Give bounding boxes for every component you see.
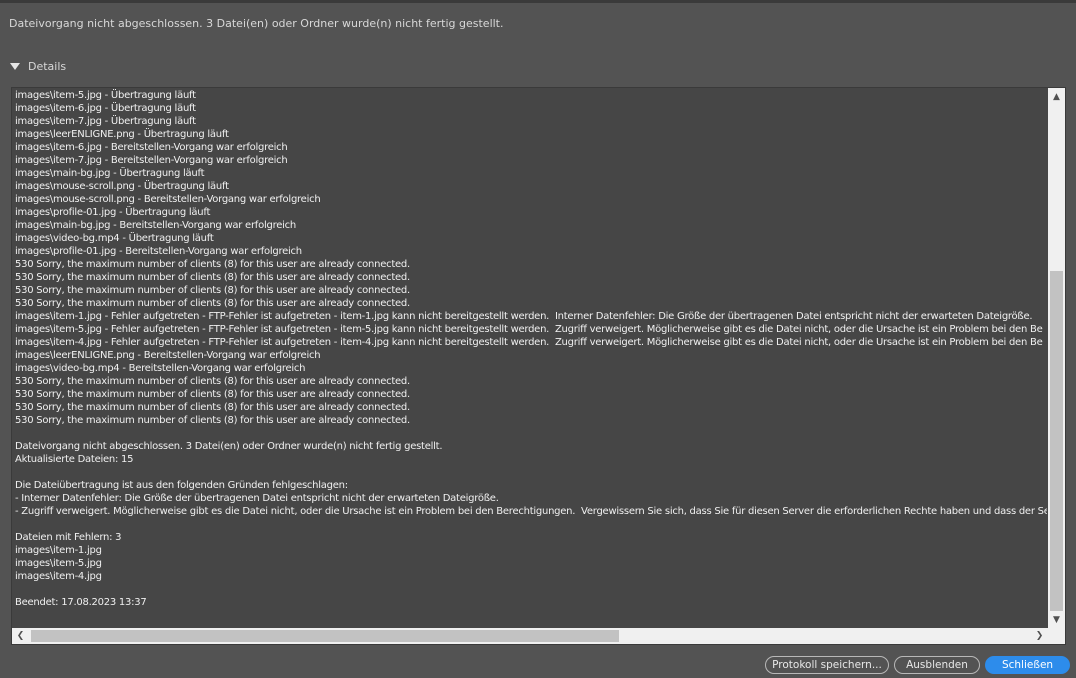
log-line: images\mouse-scroll.png - Übertragung lä… [15,181,229,192]
horizontal-scroll-thumb[interactable] [31,630,619,642]
log-line: Dateivorgang nicht abgeschlossen. 3 Date… [15,441,443,452]
ftp-error-dialog: Dateivorgang nicht abgeschlossen. 3 Date… [0,0,1076,678]
save-log-button[interactable]: Protokoll speichern... [765,656,889,674]
log-line: Dateien mit Fehlern: 3 [15,532,122,543]
disclosure-triangle-icon [10,62,20,70]
log-line: images\item-7.jpg - Übertragung läuft [15,116,196,127]
log-line: 530 Sorry, the maximum number of clients… [15,285,410,296]
log-line: images\leerENLIGNE.png - Übertragung läu… [15,129,229,140]
log-line: images\profile-01.jpg - Übertragung läuf… [15,207,211,218]
log-line: Beendet: 17.08.2023 13:37 [15,597,147,608]
scroll-down-arrow-icon[interactable]: ▼ [1048,611,1065,628]
log-line: images\video-bg.mp4 - Übertragung läuft [15,233,214,244]
log-line: images\item-1.jpg - Fehler aufgetreten -… [15,311,1033,322]
log-line: images\leerENLIGNE.png - Bereitstellen-V… [15,350,321,361]
log-line: images\main-bg.jpg - Bereitstellen-Vorga… [15,220,296,231]
horizontal-scrollbar[interactable]: ❮ ❯ [12,628,1065,644]
log-line: Aktualisierte Dateien: 15 [15,454,134,465]
log-line: images\main-bg.jpg - Übertragung läuft [15,168,205,179]
log-line: images\item-4.jpg - Fehler aufgetreten -… [15,337,1043,348]
log-line: images\mouse-scroll.png - Bereitstellen-… [15,194,321,205]
log-text-area[interactable]: images\item-5.jpg - Übertragung läuft ima… [15,89,1047,629]
details-toggle[interactable]: Details [9,59,66,73]
scroll-left-arrow-icon[interactable]: ❮ [12,628,29,644]
log-line: images\profile-01.jpg - Bereitstellen-Vo… [15,246,302,257]
log-line: 530 Sorry, the maximum number of clients… [15,402,410,413]
scrollbar-corner [1048,628,1065,644]
log-line: 530 Sorry, the maximum number of clients… [15,376,410,387]
log-line: 530 Sorry, the maximum number of clients… [15,272,410,283]
log-panel: images\item-5.jpg - Übertragung läuft ima… [11,87,1066,645]
log-line: Die Dateiübertragung ist aus den folgend… [15,480,348,491]
log-line: 530 Sorry, the maximum number of clients… [15,389,410,400]
scroll-up-arrow-icon[interactable]: ▲ [1048,88,1065,105]
close-button[interactable]: Schließen [985,656,1070,674]
log-line: images\item-5.jpg [15,558,102,569]
log-line: images\item-4.jpg [15,571,102,582]
log-line: 530 Sorry, the maximum number of clients… [15,298,410,309]
vertical-scroll-thumb[interactable] [1050,271,1063,611]
log-line: images\item-6.jpg - Bereitstellen-Vorgan… [15,142,288,153]
log-line: - Zugriff verweigert. Möglicherweise gib… [15,506,1047,517]
log-line: images\item-7.jpg - Bereitstellen-Vorgan… [15,155,288,166]
hide-button[interactable]: Ausblenden [894,656,980,674]
vertical-scrollbar[interactable]: ▲ ▼ [1048,88,1065,628]
log-line: 530 Sorry, the maximum number of clients… [15,415,410,426]
summary-message: Dateivorgang nicht abgeschlossen. 3 Date… [9,17,504,30]
scroll-right-arrow-icon[interactable]: ❯ [1031,628,1048,644]
log-line: images\item-5.jpg - Übertragung läuft [15,90,196,101]
log-line: images\item-1.jpg [15,545,102,556]
log-line: images\item-5.jpg - Fehler aufgetreten -… [15,324,1043,335]
log-line: - Interner Datenfehler: Die Größe der üb… [15,493,499,504]
details-label: Details [28,59,67,73]
log-line: images\item-6.jpg - Übertragung läuft [15,103,196,114]
log-line: 530 Sorry, the maximum number of clients… [15,259,410,270]
log-line: images\video-bg.mp4 - Bereitstellen-Vorg… [15,363,306,374]
